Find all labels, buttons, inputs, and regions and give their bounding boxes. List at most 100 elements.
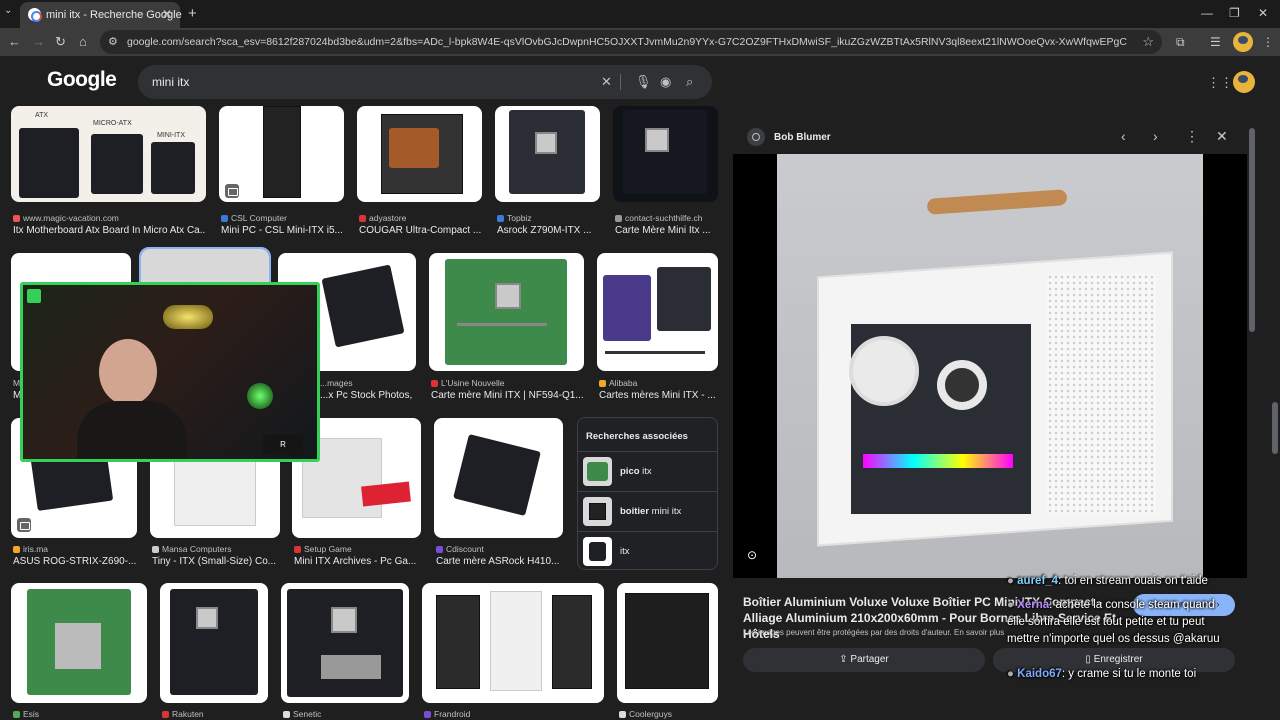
image-result-cdiscount[interactable] [434, 418, 563, 538]
minimize-icon[interactable]: — [1201, 6, 1213, 20]
search-input[interactable]: mini itx [152, 75, 189, 89]
image-result-rakuten[interactable] [160, 583, 268, 703]
panel-scrollbar[interactable] [1249, 128, 1255, 332]
close-window-icon[interactable]: ✕ [1258, 6, 1268, 20]
source-label[interactable]: Coolerguys [619, 709, 672, 719]
streamer-body [77, 401, 187, 459]
image-caption[interactable]: Cartes mères Mini ITX - ... [599, 390, 718, 401]
source-label[interactable]: L'Usine Nouvelle [431, 378, 505, 388]
pc-case-photo [777, 154, 1203, 578]
image-result-topbiz[interactable] [495, 106, 600, 202]
preview-image[interactable]: ⊙ [733, 154, 1247, 578]
image-result-coolerguys[interactable] [617, 583, 718, 703]
source-label[interactable]: Mansa Computers [152, 544, 231, 554]
close-tab-icon[interactable]: ✕ [162, 7, 172, 21]
forward-icon[interactable]: → [32, 34, 45, 49]
related-item-pico-itx[interactable]: pico itx [578, 451, 717, 491]
image-result-senetic[interactable] [281, 583, 409, 703]
neon-sign [163, 305, 213, 329]
image-caption[interactable]: COUGAR Ultra-Compact ... [359, 225, 482, 236]
source-label[interactable]: Alibaba [599, 378, 637, 388]
panel-source-name[interactable]: Bob Blumer [774, 132, 831, 143]
browser-toolbar: ← → ↻ ⌂ ⚙ google.com/search?sca_esv=8612… [0, 28, 1280, 56]
source-label[interactable]: Senetic [283, 709, 321, 719]
image-caption[interactable]: ...x Pc Stock Photos, ... [320, 390, 416, 401]
image-caption[interactable]: Mini ITX Archives - Pc Ga... [294, 556, 421, 567]
source-label[interactable]: Cdiscount [436, 544, 484, 554]
image-caption[interactable]: Carte mère Mini ITX | NF594-Q1... [431, 390, 584, 401]
extensions-icon[interactable]: ⧉ [1176, 35, 1185, 50]
profile-avatar[interactable] [1233, 32, 1253, 52]
more-options-icon[interactable]: ⋮ [1185, 128, 1199, 145]
label-micro-atx: MICRO-ATX [93, 120, 132, 127]
menu-icon[interactable]: ⋮ [1262, 35, 1274, 49]
search-results-page: Google mini itx ✕ 🎙 ◉ ⌕ ⋮⋮⋮ ATX MICRO-AT… [0, 56, 1280, 720]
lens-search-icon[interactable]: ⊙ [747, 548, 763, 564]
source-label[interactable]: Topbiz [497, 213, 532, 223]
previous-icon[interactable]: ‹ [1121, 128, 1126, 144]
next-icon[interactable]: › [1153, 128, 1158, 144]
browser-tab[interactable]: mini itx - Recherche Google ✕ [20, 2, 182, 28]
new-tab-icon[interactable]: + [188, 5, 197, 22]
microphone-icon[interactable]: 🎙 [635, 74, 652, 90]
reload-icon[interactable]: ↻ [55, 34, 66, 50]
image-caption[interactable]: Itx Motherboard Atx Board In Micro Atx C… [13, 225, 206, 236]
lens-icon[interactable]: ◉ [660, 74, 671, 90]
site-info-icon[interactable]: ⚙ [108, 35, 118, 48]
google-logo[interactable]: Google [47, 68, 117, 92]
image-result-contact-suchthilfe[interactable] [613, 106, 718, 202]
webcam-overlay: R [20, 282, 320, 462]
source-label[interactable]: Frandroid [424, 709, 470, 719]
tab-list-icon[interactable]: ⌄ [4, 5, 18, 21]
image-result-adyastore[interactable] [357, 106, 482, 202]
image-result-alibaba[interactable] [597, 253, 718, 371]
case-fan [849, 336, 919, 406]
image-result-csl[interactable] [219, 106, 344, 202]
image-caption[interactable]: Asrock Z790M-ITX ... [497, 225, 600, 236]
photo-badge-icon [17, 518, 31, 532]
image-result-frandroid[interactable] [422, 583, 604, 703]
image-result-magic-vacation[interactable]: ATX MICRO-ATX MINI-ITX [11, 106, 206, 202]
bookmark-star-icon[interactable]: ☆ [1142, 34, 1154, 50]
source-label[interactable]: www.magic-vacation.com [13, 213, 119, 223]
source-label[interactable]: CSL Computer [221, 213, 287, 223]
label-mini-itx: MINI-ITX [157, 132, 185, 139]
source-label[interactable]: contact-suchthilfe.ch [615, 213, 702, 223]
microphone-icon: R [263, 435, 303, 455]
maximize-icon[interactable]: ❐ [1229, 6, 1240, 20]
divider [620, 74, 621, 90]
source-label[interactable]: adyastore [359, 213, 406, 223]
image-result-esis[interactable] [11, 583, 147, 703]
close-panel-icon[interactable]: ✕ [1216, 128, 1228, 145]
green-light [247, 383, 273, 409]
source-label[interactable]: Esis [13, 709, 39, 719]
reading-list-icon[interactable]: ☰ [1210, 35, 1221, 49]
google-favicon-icon [28, 8, 42, 22]
photo-badge-icon [225, 184, 239, 198]
back-icon[interactable]: ← [8, 34, 21, 49]
clear-icon[interactable]: ✕ [601, 74, 612, 90]
image-caption[interactable]: ASUS ROG-STRIX-Z690-... [13, 556, 137, 567]
page-scrollbar[interactable] [1272, 402, 1278, 454]
source-label[interactable]: ...mages [320, 378, 353, 388]
image-caption[interactable]: Carte mère ASRock H410... [436, 556, 563, 567]
source-label[interactable]: Setup Game [294, 544, 352, 554]
apps-grid-icon[interactable]: ⋮⋮⋮ [1207, 75, 1246, 90]
mesh-panel [1047, 274, 1157, 514]
home-icon[interactable]: ⌂ [79, 34, 87, 49]
account-avatar[interactable] [1233, 71, 1255, 93]
chat-message: ● Kaido67: y crame si tu le monte toi [1007, 668, 1197, 680]
source-label[interactable]: Rakuten [162, 709, 204, 719]
related-item-boitier-mini-itx[interactable]: boitier mini itx [578, 491, 717, 531]
image-caption[interactable]: Tiny - ITX (Small-Size) Co... [152, 556, 280, 567]
address-bar[interactable]: ⚙ google.com/search?sca_esv=8612f287024b… [100, 30, 1162, 54]
related-item-itx[interactable]: itx [578, 531, 717, 571]
image-result-usine-nouvelle[interactable] [429, 253, 584, 371]
tab-bar: ⌄ mini itx - Recherche Google ✕ + — ❐ ✕ [0, 0, 1280, 28]
image-caption[interactable]: Carte Mère Mini Itx ... [615, 225, 718, 236]
source-label[interactable]: iris.ma [13, 544, 48, 554]
share-button[interactable]: ⇪ Partager [743, 648, 985, 672]
image-caption[interactable]: Mini PC - CSL Mini-ITX i5... [221, 225, 344, 236]
search-icon[interactable]: ⌕ [686, 74, 693, 90]
search-box[interactable]: mini itx ✕ 🎙 ◉ ⌕ [138, 65, 712, 99]
